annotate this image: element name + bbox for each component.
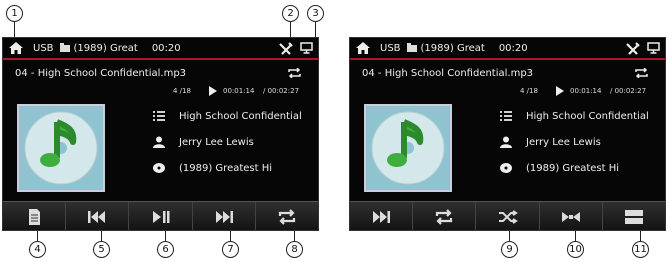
callout-5: 5 <box>93 241 110 258</box>
song-title: High School Confidential <box>526 110 649 122</box>
control-toolbar <box>3 201 318 230</box>
total-time: / 00:02:27 <box>610 87 647 95</box>
clock: 00:20 <box>151 42 181 54</box>
song-title-row: High School Confidential <box>500 110 649 122</box>
disc-icon <box>500 163 512 173</box>
repeat-icon <box>436 209 453 225</box>
list-icon <box>29 209 41 225</box>
source-label: USB <box>380 42 401 54</box>
callout-10-leader <box>575 231 576 241</box>
artist-name: Jerry Lee Lewis <box>179 136 254 148</box>
album-name: (1989) Greatest Hi <box>179 162 273 174</box>
repeat-status-icon <box>635 68 648 78</box>
status-bar: USB (1989) Great 00:20 <box>350 38 665 60</box>
folder-icon <box>406 42 417 52</box>
file-name: 04 - High School Confidential.mp3 <box>15 68 187 79</box>
next-icon <box>373 211 391 223</box>
play-pause-button[interactable] <box>129 202 193 230</box>
music-note-icon <box>24 111 98 185</box>
callout-4: 4 <box>29 241 46 258</box>
shuffle-button[interactable] <box>476 202 540 230</box>
album-row: (1989) Greatest Hi <box>153 162 272 174</box>
album-row: (1989) Greatest Hi <box>500 162 619 174</box>
clock: 00:20 <box>498 42 528 54</box>
folder-label: (1989) Great <box>73 42 138 54</box>
callout-6: 6 <box>157 241 174 258</box>
list-icon <box>500 111 512 121</box>
settings-icon[interactable] <box>278 41 294 57</box>
person-icon <box>500 136 512 148</box>
callout-7: 7 <box>222 241 239 258</box>
repeat-icon <box>278 209 296 225</box>
total-time: / 00:02:27 <box>263 87 300 95</box>
source-label: USB <box>33 42 54 54</box>
callout-11-leader <box>640 231 641 241</box>
song-title-row: High School Confidential <box>153 110 302 122</box>
repeat-status-icon <box>288 68 301 78</box>
file-name: 04 - High School Confidential.mp3 <box>362 68 534 79</box>
elapsed-time: 00:01:14 <box>570 87 602 95</box>
play-pause-icon <box>152 211 169 223</box>
menu-icon <box>624 210 643 224</box>
player-screen-left: USB (1989) Great 00:20 04 - High School … <box>2 37 319 231</box>
callout-9: 9 <box>501 241 518 258</box>
playlist-button[interactable] <box>3 202 67 230</box>
eq-button[interactable] <box>540 202 603 230</box>
display-icon[interactable] <box>300 42 313 54</box>
album-art <box>364 104 452 192</box>
track-counter: 4 /18 <box>520 87 538 95</box>
settings-icon[interactable] <box>625 41 641 57</box>
callout-8: 8 <box>286 241 303 258</box>
display-icon[interactable] <box>647 42 660 54</box>
folder-label: (1989) Great <box>420 42 485 54</box>
play-status-icon <box>556 86 564 96</box>
callout-9-leader <box>509 231 510 241</box>
repeat-button[interactable] <box>413 202 477 230</box>
artist-name: Jerry Lee Lewis <box>526 136 601 148</box>
artist-row: Jerry Lee Lewis <box>153 136 254 148</box>
shuffle-icon <box>498 210 518 224</box>
music-note-icon <box>371 111 445 185</box>
person-icon <box>153 136 165 148</box>
callout-2: 2 <box>282 5 299 22</box>
player-screen-right: USB (1989) Great 00:20 04 - High School … <box>349 37 666 231</box>
callout-8-leader <box>294 231 295 241</box>
elapsed-time: 00:01:14 <box>223 87 255 95</box>
callout-6-leader <box>165 231 166 241</box>
next-button[interactable] <box>350 202 414 230</box>
song-title: High School Confidential <box>179 110 302 122</box>
next-button[interactable] <box>193 202 256 230</box>
repeat-button[interactable] <box>256 202 318 230</box>
callout-11: 11 <box>632 241 649 258</box>
album-art <box>17 104 105 192</box>
track-counter: 4 /18 <box>173 87 191 95</box>
menu-button[interactable] <box>603 202 665 230</box>
previous-button[interactable] <box>66 202 130 230</box>
callout-1: 1 <box>6 5 23 22</box>
list-icon <box>153 111 165 121</box>
status-bar: USB (1989) Great 00:20 <box>3 38 318 60</box>
disc-icon <box>153 163 165 173</box>
home-icon[interactable] <box>355 41 371 55</box>
control-toolbar <box>350 201 665 230</box>
artist-row: Jerry Lee Lewis <box>500 136 601 148</box>
album-name: (1989) Greatest Hi <box>526 162 620 174</box>
callout-10: 10 <box>567 241 584 258</box>
play-status-icon <box>209 86 217 96</box>
next-icon <box>215 211 233 223</box>
callout-5-leader <box>101 231 102 241</box>
callout-3: 3 <box>307 5 324 22</box>
home-icon[interactable] <box>8 41 24 55</box>
callout-7-leader <box>230 231 231 241</box>
folder-icon <box>59 42 70 52</box>
callout-4-leader <box>37 231 38 241</box>
previous-icon <box>88 211 106 223</box>
eq-icon <box>561 212 580 222</box>
